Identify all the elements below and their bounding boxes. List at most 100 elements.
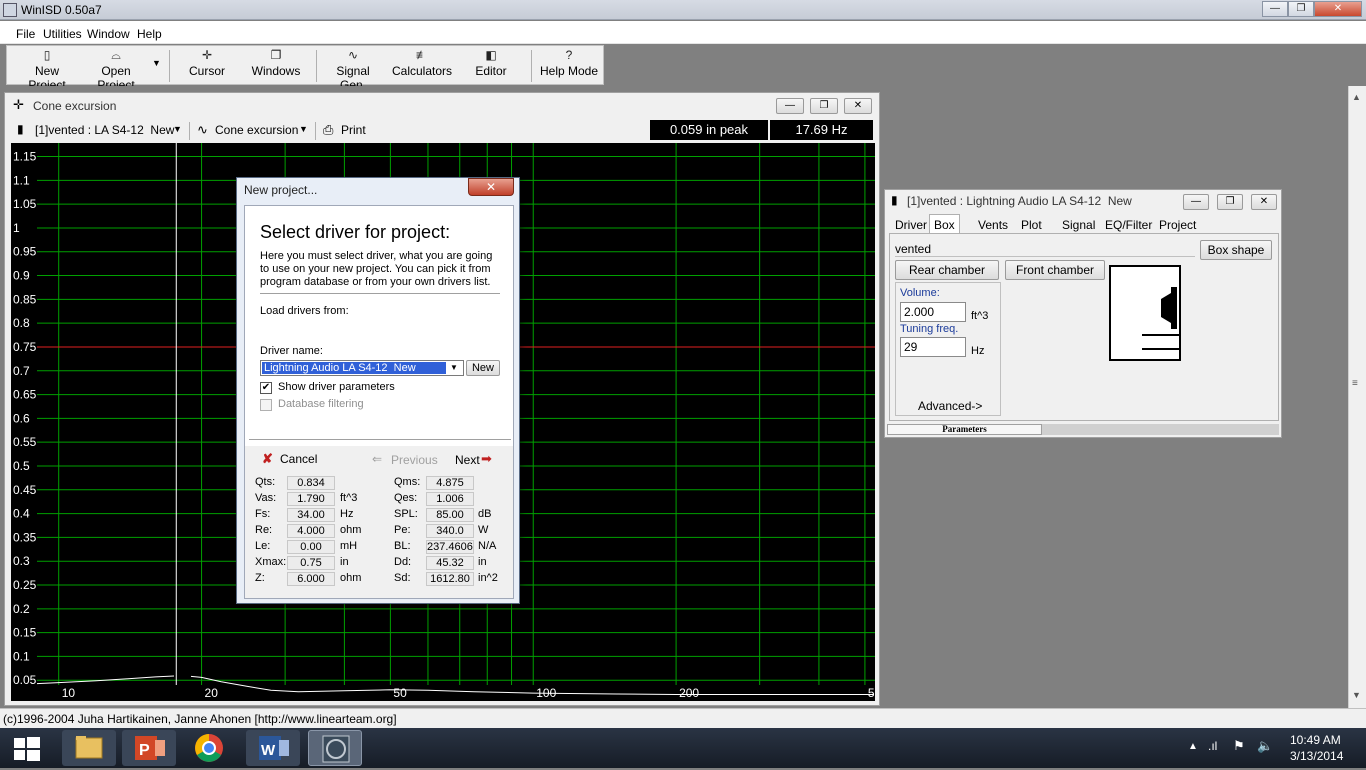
param-name: Fs: [255,508,271,520]
y-tick-label: 0.85 [13,292,37,306]
y-tick-label: 0.65 [13,388,37,402]
cone-maximize-button[interactable]: ❐ [810,98,838,114]
maximize-button[interactable]: ❐ [1288,1,1314,17]
editor-button[interactable]: ◧ Editor [469,46,513,84]
dialog-close-button[interactable]: ✕ [468,178,514,196]
load-drivers-label: Load drivers from: [260,305,349,317]
open-project-button[interactable]: ⌓ Open Project [83,46,149,92]
box-maximize-button[interactable]: ❐ [1217,194,1243,210]
clock-time[interactable]: 10:49 AM [1290,733,1341,747]
tab-eq-filter[interactable]: EQ/Filter [1100,214,1157,234]
calculators-button[interactable]: ≢ Calculators [391,46,453,84]
status-text: (c)1996-2004 Juha Hartikainen, Janne Aho… [3,712,397,726]
vertical-scrollbar[interactable]: ▲ ≡ ▼ [1348,86,1366,708]
print-button[interactable]: Print [341,123,366,137]
box-close-button[interactable]: ✕ [1251,194,1277,210]
tab-box[interactable]: Box [929,214,960,234]
param-value: 34.00 [287,508,335,522]
box-minimize-button[interactable]: — [1183,194,1209,210]
advanced-button[interactable]: Advanced-> [918,399,982,413]
cursor-button[interactable]: ✛ Cursor [181,46,233,84]
scroll-grip-icon[interactable]: ≡ [1352,378,1358,389]
powerpoint-icon[interactable]: P [122,730,176,766]
scroll-up-icon[interactable]: ▲ [1352,92,1361,102]
start-icon[interactable] [12,736,42,762]
chevron-down-icon[interactable]: ▼ [173,124,182,134]
tuning-label: Tuning freq. [900,323,959,335]
chevron-down-icon[interactable]: ▼ [299,124,308,134]
menu-help[interactable]: Help [137,27,162,41]
scroll-down-icon[interactable]: ▼ [1352,690,1361,700]
previous-button[interactable]: Previous [391,453,438,467]
box-diagram [1109,265,1181,361]
flag-icon[interactable]: ⚑ [1233,738,1245,754]
tab-plot[interactable]: Plot [1016,214,1047,234]
y-tick-label: 1.1 [13,173,30,187]
tuning-input[interactable]: 29 [900,337,966,357]
rear-chamber-button[interactable]: Rear chamber [895,260,999,280]
y-tick-label: 0.4 [13,507,30,521]
file-explorer-icon[interactable] [62,730,116,766]
next-button[interactable]: Next [455,453,480,467]
cone-minimize-button[interactable]: — [776,98,804,114]
new-project-button[interactable]: ▯ New Project [15,46,79,92]
param-value: 0.834 [287,476,335,490]
driver-select[interactable]: Lightning Audio LA S4-12 New ▼ [260,360,464,376]
windows-label: Windows [251,64,301,78]
param-value: 45.32 [426,556,474,570]
cancel-button[interactable]: Cancel [280,452,317,466]
crosshair-icon: ✛ [13,97,24,112]
project-icon: ▮ [17,122,24,136]
project-select[interactable]: [1]vented : LA S4-12 New [35,123,174,137]
tab-project[interactable]: Project [1154,214,1201,234]
y-tick-label: 0.05 [13,673,37,687]
show-params-checkbox[interactable]: ✔ [260,382,272,394]
minimize-button[interactable]: — [1262,1,1288,17]
menu-file[interactable]: File [16,27,35,41]
app-title: WinISD 0.50a7 [21,3,102,17]
chevron-down-icon[interactable]: ▼ [152,58,161,68]
winisd-icon[interactable] [308,730,362,766]
database-filtering-label: Database filtering [278,398,364,410]
param-value: 340.0 [426,524,474,538]
tab-signal[interactable]: Signal [1057,214,1100,234]
help-mode-button[interactable]: ? Help Mode [537,46,601,84]
box-shape-button[interactable]: Box shape [1200,240,1272,260]
param-value: 1612.80 [426,572,474,586]
param-value: 1.006 [426,492,474,506]
word-icon[interactable]: W [246,730,300,766]
peak-readout: 0.059 in peak [650,120,768,140]
svg-text:P: P [139,742,150,759]
chrome-icon[interactable] [182,730,236,766]
wave-icon: ∿ [197,122,208,137]
parameters-tab[interactable]: Parameters [887,424,1042,435]
help-icon: ? [565,48,573,62]
menu-utilities[interactable]: Utilities [43,27,82,41]
menu-window[interactable]: Window [87,27,130,41]
cone-close-button[interactable]: ✕ [844,98,872,114]
menu-bar: File Utilities Window Help [0,21,1366,44]
close-button[interactable]: ✕ [1314,1,1362,17]
param-value: 4.875 [426,476,474,490]
new-driver-button[interactable]: New [466,360,500,376]
param-unit: in [478,556,487,568]
y-tick-label: 1.05 [13,197,37,211]
clock-date[interactable]: 3/13/2014 [1290,749,1343,763]
param-value: 237.46066 [426,540,474,554]
driver-name-label: Driver name: [260,345,323,357]
param-unit: N/A [478,540,497,552]
tab-vents[interactable]: Vents [973,214,1013,234]
front-chamber-button[interactable]: Front chamber [1005,260,1105,280]
speaker-icon[interactable]: 🔈 [1257,738,1273,754]
graph-select[interactable]: Cone excursion [215,123,298,137]
chevron-down-icon[interactable]: ▼ [450,361,458,375]
tab-driver[interactable]: Driver [890,214,932,234]
printer-icon: ⎙ [323,122,334,137]
database-filtering-checkbox[interactable] [260,399,272,411]
param-unit: in [340,556,349,568]
volume-input[interactable]: 2.000 [900,302,966,322]
signal-gen-button[interactable]: ∿ Signal Gen. [323,46,383,92]
windows-button[interactable]: ❐ Windows [247,46,305,84]
tray-up-icon[interactable]: ▲ [1188,741,1198,752]
toolbar-separator [531,50,532,82]
